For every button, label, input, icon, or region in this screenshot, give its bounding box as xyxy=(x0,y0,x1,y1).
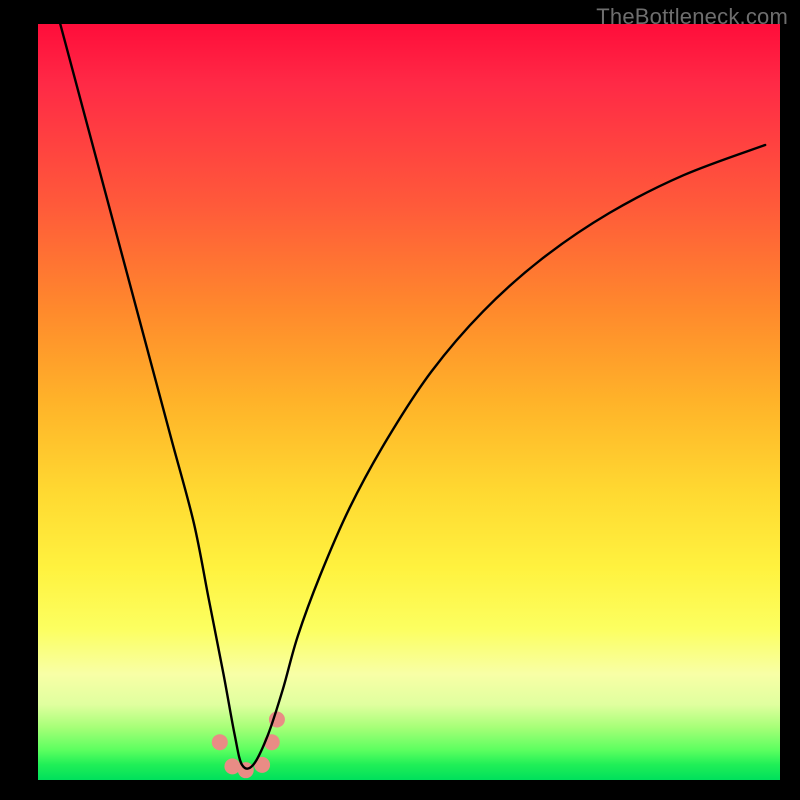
highlight-marker xyxy=(224,758,240,774)
chart-frame: TheBottleneck.com xyxy=(0,0,800,800)
highlight-marker xyxy=(254,757,270,773)
highlight-marker xyxy=(269,712,285,728)
highlight-marker xyxy=(212,734,228,750)
curve-layer xyxy=(38,24,780,780)
bottleneck-curve xyxy=(60,24,765,769)
highlight-marker xyxy=(238,762,254,778)
highlight-marker xyxy=(264,734,280,750)
plot-area xyxy=(38,24,780,780)
marker-group xyxy=(212,712,285,779)
